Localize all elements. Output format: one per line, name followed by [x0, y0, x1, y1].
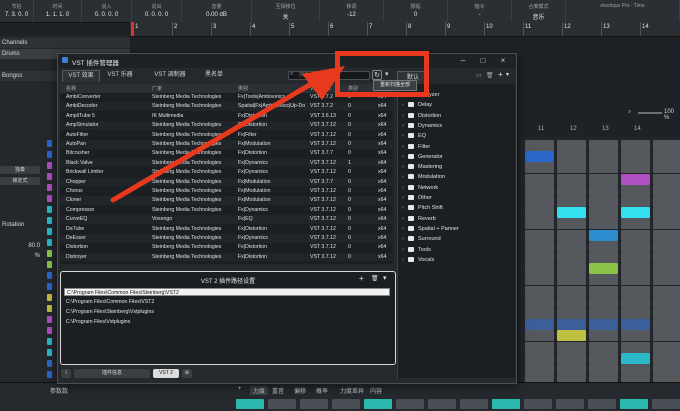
search-icon: ⌕	[290, 71, 294, 77]
annotation-arrow	[110, 66, 345, 203]
